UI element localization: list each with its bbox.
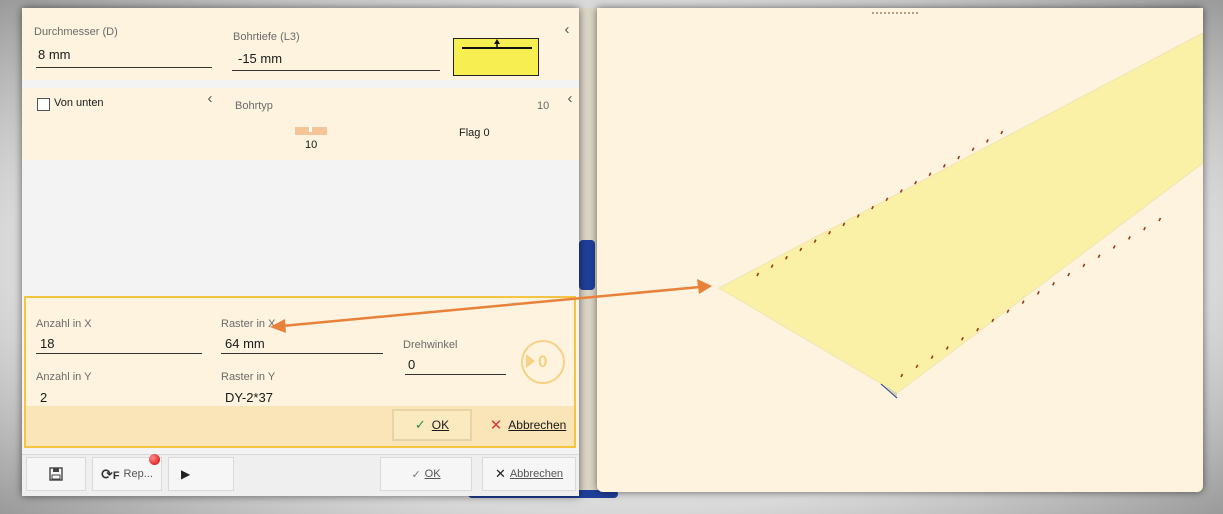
- rotate-circle-icon[interactable]: 0: [521, 340, 565, 384]
- repeat-button[interactable]: ⟳F Rep...: [92, 454, 162, 491]
- rotate-f-icon: ⟳F: [101, 465, 120, 482]
- drill-hole: [942, 164, 946, 168]
- drill-hole: [1158, 217, 1162, 222]
- anzahl-x-value[interactable]: 18: [40, 336, 54, 351]
- drill-hole: [1067, 272, 1071, 277]
- drill-hole: [1143, 226, 1147, 231]
- drill-hole: [1000, 130, 1004, 135]
- chevron-left-icon[interactable]: ‹: [563, 91, 577, 107]
- close-icon: ✕: [489, 417, 503, 434]
- von-unten-checkbox[interactable]: [37, 98, 50, 111]
- raster-x-value[interactable]: 64 mm: [225, 336, 265, 351]
- drill-dimensions-section: Durchmesser (D) 8 mm Bohrtiefe (L3) -15 …: [22, 8, 579, 80]
- drill-hole: [1127, 235, 1131, 240]
- pattern-ok-button[interactable]: ✓ OK: [392, 409, 472, 441]
- pattern-cancel-label: Abbrechen: [508, 418, 567, 432]
- close-icon: ✕: [494, 466, 506, 481]
- pattern-ok-label: OK: [431, 418, 450, 432]
- drill-hole: [1112, 245, 1116, 249]
- drill-hole: [957, 155, 961, 160]
- drill-pattern-section: Anzahl in X 18 Raster in X 64 mm Drehwin…: [24, 296, 576, 448]
- anzahl-x-label: Anzahl in X: [36, 318, 92, 330]
- bohrtyp-label: Bohrtyp: [235, 100, 273, 112]
- durchmesser-value[interactable]: 8 mm: [38, 47, 71, 62]
- footer-ok-label: OK: [424, 468, 441, 480]
- background-scene-fragment: [579, 240, 595, 290]
- footer-ok-button[interactable]: ✓ OK: [380, 457, 472, 491]
- f-label: F: [112, 469, 120, 482]
- raster-x-label: Raster in X: [221, 318, 276, 330]
- viewport-canvas: [717, 12, 1203, 399]
- raster-y-value[interactable]: DY-2*37: [225, 390, 273, 405]
- anzahl-y-value[interactable]: 2: [40, 390, 47, 405]
- drill-depth-preview-icon[interactable]: [453, 38, 539, 76]
- footer-toolbar: ⟳F Rep... ▶ ✓ OK ✕ Abbrechen: [22, 454, 579, 496]
- slider-notch: [309, 126, 312, 132]
- drehwinkel-label: Drehwinkel: [403, 339, 458, 351]
- bohrtiefe-label: Bohrtiefe (L3): [233, 31, 300, 43]
- play-button[interactable]: ▶: [168, 457, 234, 491]
- drilling-properties-panel: Durchmesser (D) 8 mm Bohrtiefe (L3) -15 …: [22, 8, 579, 496]
- save-button[interactable]: [26, 457, 86, 491]
- save-icon: [49, 467, 63, 481]
- drill-hole: [1082, 263, 1086, 268]
- repeat-label: Rep...: [123, 468, 153, 480]
- anzahl-x-underline: [36, 353, 202, 354]
- durchmesser-label: Durchmesser (D): [34, 26, 118, 38]
- drill-hole: [1097, 254, 1101, 259]
- drill-hole: [971, 147, 975, 152]
- anzahl-y-label: Anzahl in Y: [36, 371, 92, 383]
- chevron-left-icon[interactable]: ‹: [560, 22, 574, 38]
- drill-hole: [1036, 291, 1040, 295]
- drehwinkel-value[interactable]: 0: [408, 357, 415, 372]
- bohrtyp-bar-value: 10: [305, 139, 318, 151]
- check-icon: ✓: [414, 417, 426, 432]
- bohrtiefe-underline: [232, 70, 440, 71]
- bohrtyp-count: 10: [537, 100, 550, 112]
- pattern-cancel-button[interactable]: ✕ Abbrechen: [482, 409, 574, 441]
- check-icon: ✓: [411, 468, 421, 481]
- durchmesser-underline: [36, 67, 212, 68]
- raster-x-underline: [221, 353, 383, 354]
- bohrtiefe-value[interactable]: -15 mm: [238, 51, 282, 66]
- pattern-button-bar: ✓ OK ✕ Abbrechen: [26, 406, 574, 446]
- drill-hole: [985, 138, 989, 143]
- wooden-board: [717, 32, 1203, 394]
- 3d-viewport[interactable]: [597, 8, 1203, 492]
- notification-dot: [149, 454, 160, 465]
- footer-cancel-button[interactable]: ✕ Abbrechen: [482, 457, 576, 491]
- drill-hole: [1021, 300, 1025, 304]
- von-unten-label: Von unten: [54, 97, 104, 109]
- flag-label: Flag 0: [459, 127, 490, 139]
- footer-cancel-label: Abbrechen: [509, 468, 564, 480]
- drill-hole: [928, 172, 932, 177]
- play-icon: ▶: [181, 467, 191, 481]
- chevron-left-icon[interactable]: ‹: [203, 91, 217, 107]
- rotate-button-value: 0: [538, 352, 548, 371]
- drehwinkel-underline: [405, 374, 506, 375]
- drill-hole: [1052, 281, 1055, 286]
- drill-type-section: Von unten ‹ Bohrtyp 10 ‹ 10 Flag 0: [22, 88, 579, 160]
- raster-y-label: Raster in Y: [221, 371, 276, 383]
